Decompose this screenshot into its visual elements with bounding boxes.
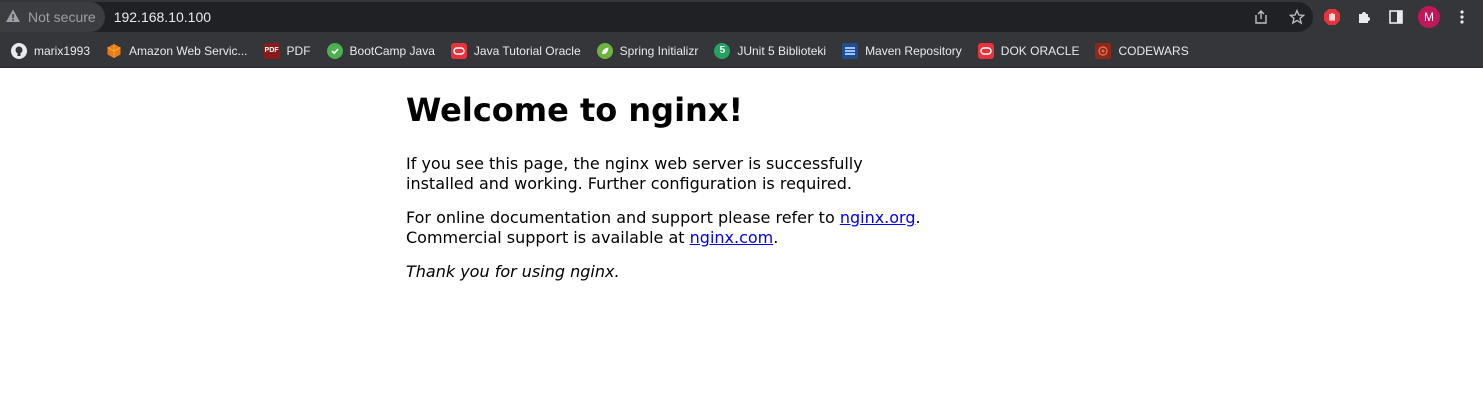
omnibox[interactable]: Not secure 192.168.10.100	[0, 2, 1313, 32]
toolbar-right: M	[1322, 0, 1472, 34]
maven-icon	[842, 42, 859, 59]
oracle-icon	[450, 42, 467, 59]
bookmark-label: BootCamp Java	[349, 43, 435, 58]
bookmark-pdf[interactable]: PDF PDF	[263, 42, 311, 59]
bookmark-dok-oracle[interactable]: DOK ORACLE	[977, 42, 1080, 59]
bookmark-label: JUnit 5 Biblioteki	[737, 43, 827, 58]
star-icon[interactable]	[1287, 7, 1307, 27]
bookmark-label: CODEWARS	[1118, 43, 1189, 58]
extension-shield-icon[interactable]	[1322, 7, 1342, 27]
share-icon[interactable]	[1251, 7, 1271, 27]
commercial-period: .	[773, 228, 779, 247]
bookmark-aws[interactable]: Amazon Web Servic...	[106, 43, 248, 59]
browser-chrome: Not secure 192.168.10.100 M marix1993 Am…	[0, 0, 1483, 68]
puzzle-icon[interactable]	[1354, 7, 1374, 27]
junit-icon: 5	[714, 42, 731, 59]
page-title: Welcome to nginx!	[406, 91, 744, 129]
docs-text: For online documentation and support ple…	[406, 208, 840, 227]
security-chip[interactable]: Not secure	[0, 2, 105, 32]
security-label: Not secure	[28, 9, 96, 25]
bookmark-codewars[interactable]: CODEWARS	[1095, 42, 1189, 59]
sidepanel-icon[interactable]	[1386, 7, 1406, 27]
aws-icon	[106, 43, 122, 59]
bootcamp-icon	[326, 42, 343, 59]
bookmark-label: Java Tutorial Oracle	[473, 43, 581, 58]
bookmark-label: Spring Initializr	[619, 43, 699, 58]
codewars-icon	[1095, 42, 1112, 59]
bookmark-label: PDF	[286, 43, 311, 58]
bookmark-label: Maven Repository	[865, 43, 962, 58]
docs-paragraph: For online documentation and support ple…	[406, 208, 926, 248]
bookmark-java-tutorial-oracle[interactable]: Java Tutorial Oracle	[450, 42, 581, 59]
menu-dots-icon[interactable]	[1452, 7, 1472, 27]
bookmark-junit5[interactable]: 5 JUnit 5 Biblioteki	[714, 42, 827, 59]
omnibox-actions	[1251, 2, 1307, 32]
github-icon	[11, 42, 27, 59]
bookmark-label: Amazon Web Servic...	[129, 43, 248, 58]
bookmarks-bar: marix1993 Amazon Web Servic... PDF PDF B…	[0, 34, 1483, 68]
page-content: Welcome to nginx! If you see this page, …	[406, 68, 926, 296]
commercial-text: Commercial support is available at	[406, 228, 690, 247]
nginx-org-link[interactable]: nginx.org	[840, 208, 916, 227]
address-bar-row: Not secure 192.168.10.100 M	[0, 0, 1483, 34]
pdf-icon: PDF	[263, 42, 280, 59]
bookmark-marix1993[interactable]: marix1993	[11, 42, 91, 59]
oracle-icon	[977, 42, 994, 59]
nginx-com-link[interactable]: nginx.com	[690, 228, 774, 247]
bookmark-label: marix1993	[34, 43, 91, 58]
bookmark-bootcamp-java[interactable]: BootCamp Java	[326, 42, 435, 59]
warning-icon	[5, 8, 21, 27]
profile-avatar[interactable]: M	[1418, 6, 1440, 28]
bookmark-maven-repository[interactable]: Maven Repository	[842, 42, 962, 59]
bookmark-label: DOK ORACLE	[1000, 43, 1080, 58]
intro-paragraph: If you see this page, the nginx web serv…	[406, 154, 863, 193]
bookmark-spring-initializr[interactable]: Spring Initializr	[596, 42, 699, 59]
url-text[interactable]: 192.168.10.100	[114, 9, 211, 25]
thanks-text: Thank you for using nginx.	[406, 262, 620, 281]
spring-icon	[596, 42, 613, 59]
docs-period: .	[915, 208, 921, 227]
